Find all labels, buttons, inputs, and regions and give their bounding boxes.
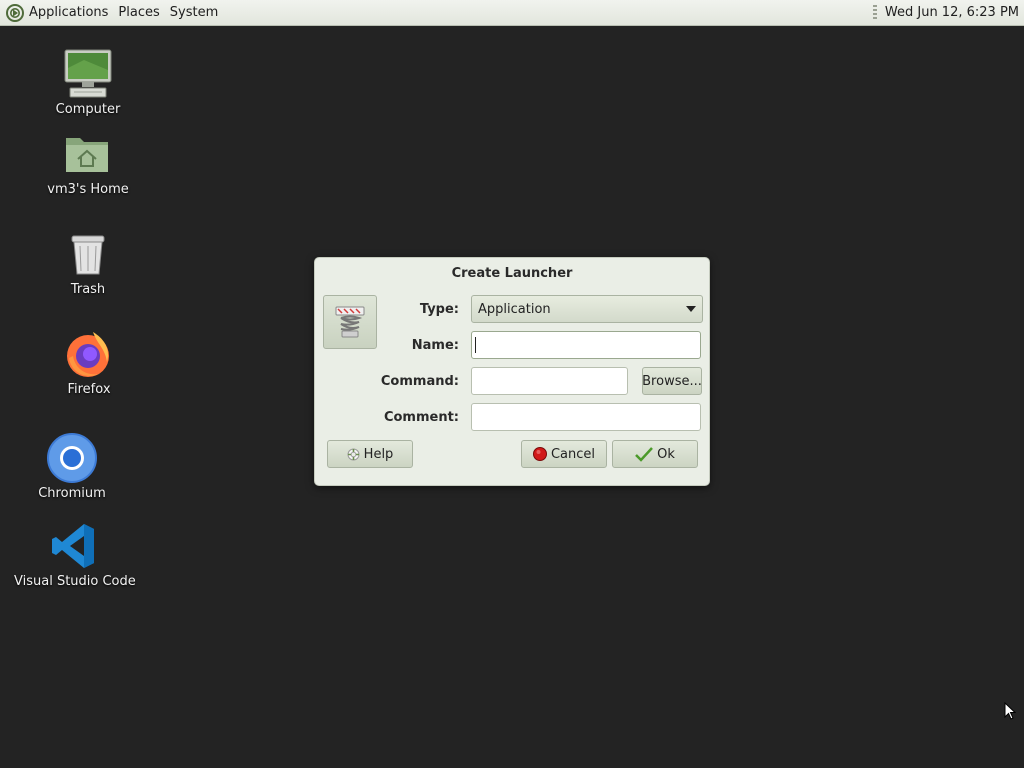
dialog-title: Create Launcher: [451, 266, 573, 281]
help-button[interactable]: Help: [327, 440, 413, 468]
panel-drag-handle[interactable]: [872, 4, 877, 21]
desktop-icon-computer[interactable]: Computer: [28, 48, 148, 117]
create-launcher-dialog: Create Launcher Type: Application Name: …: [314, 257, 710, 486]
type-label: Type:: [419, 302, 459, 317]
vscode-icon: [52, 524, 94, 568]
dropdown-arrow-icon: [686, 306, 696, 312]
cancel-button-label: Cancel: [550, 446, 596, 462]
desktop-icon-label: Chromium: [38, 486, 106, 501]
desktop-icon-label: vm3's Home: [47, 182, 129, 197]
type-combobox[interactable]: Application: [471, 295, 703, 323]
command-label: Command:: [380, 374, 459, 389]
text-caret: [475, 337, 476, 353]
panel-right-area: Wed Jun 12, 6:23 PM: [872, 0, 1024, 26]
distro-logo-icon: [6, 3, 24, 22]
cancel-button[interactable]: Cancel: [521, 440, 607, 468]
chromium-icon: [47, 433, 97, 483]
name-field[interactable]: [471, 331, 701, 359]
desktop-icon-label: Visual Studio Code: [14, 574, 136, 589]
clock[interactable]: Wed Jun 12, 6:23 PM: [885, 5, 1024, 20]
checkmark-icon: [635, 447, 654, 462]
applications-menu-label: Applications: [29, 5, 109, 20]
computer-icon: [64, 49, 112, 98]
desktop-icon-label: Trash: [70, 282, 106, 297]
help-lifebuoy-icon: [347, 448, 360, 460]
browse-button-label: Browse...: [642, 373, 702, 389]
name-label: Name:: [411, 338, 459, 353]
desktop-icon-trash[interactable]: Trash: [28, 228, 148, 297]
mouse-pointer-icon: [1004, 702, 1016, 720]
comment-label: Comment:: [383, 410, 459, 425]
applications-menu[interactable]: Applications: [0, 0, 113, 26]
ok-button-label: Ok: [657, 446, 675, 462]
home-folder-icon: [66, 138, 108, 172]
desktop-icon-label: Firefox: [67, 382, 111, 397]
system-menu[interactable]: System: [165, 0, 223, 26]
cancel-icon: [532, 447, 547, 461]
system-menu-label: System: [169, 5, 219, 20]
ok-button[interactable]: Ok: [612, 440, 698, 468]
browse-button[interactable]: Browse...: [642, 367, 702, 395]
desktop-icon-chromium[interactable]: Chromium: [12, 432, 132, 501]
top-panel: Applications Places System Wed Jun 12, 6…: [0, 0, 1024, 26]
help-button-label: Help: [363, 446, 394, 462]
desktop-icon-label: Computer: [55, 102, 121, 117]
type-combobox-value: Application: [478, 301, 551, 317]
firefox-icon: [67, 332, 109, 377]
trash-icon: [71, 235, 105, 275]
desktop-icon-firefox[interactable]: Firefox: [29, 328, 149, 397]
places-menu[interactable]: Places: [113, 0, 164, 26]
comment-field[interactable]: [471, 403, 701, 431]
command-field[interactable]: [471, 367, 628, 395]
places-menu-label: Places: [118, 5, 160, 20]
desktop-icon-home[interactable]: vm3's Home: [28, 128, 148, 197]
desktop-icon-vscode[interactable]: Visual Studio Code: [14, 520, 136, 589]
